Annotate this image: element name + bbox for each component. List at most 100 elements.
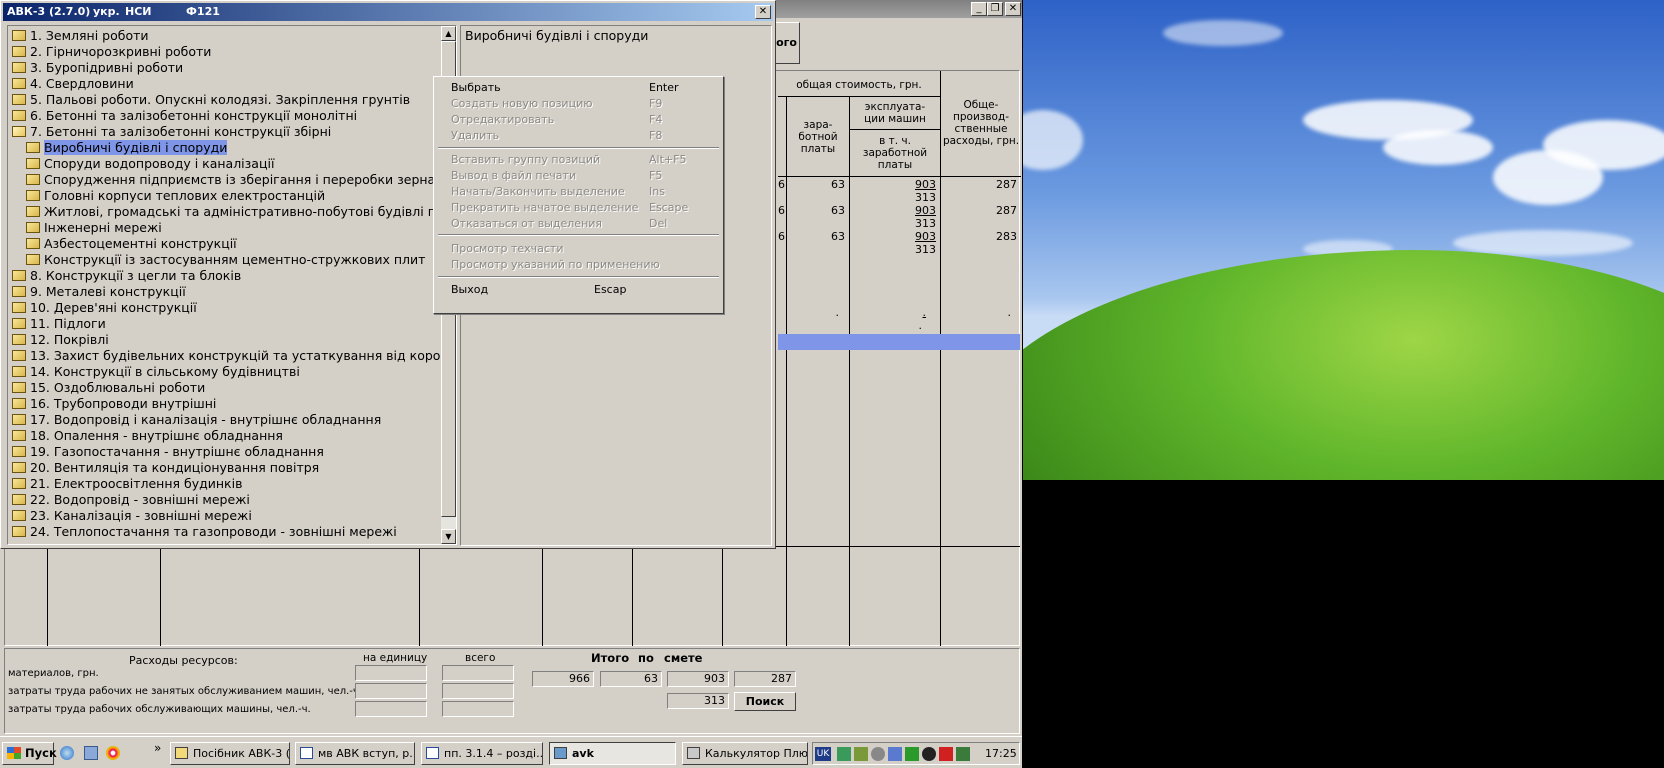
tree-item[interactable]: 13. Захист будівельних конструкцій та ус… [12,348,451,364]
antivirus-tray-icon[interactable] [905,747,919,761]
tree-item-label: 8. Конструкції з цегли та блоків [30,268,242,283]
tree-item[interactable]: 17. Водопровід і каналізація - внутрішнє… [12,412,381,428]
context-menu: Выбрать Enter Создать новую позицию F9 Отред… [433,76,724,314]
tree-item[interactable]: Інженерні мережі [26,220,162,236]
media-tray-icon[interactable] [922,747,936,761]
tree-item[interactable]: 24. Теплопостачання та газопроводи - зов… [12,524,397,540]
tree-item[interactable]: 3. Буропідривні роботи [12,60,183,76]
tree-item-label: Азбестоцементні конструкції [44,236,237,251]
dialog-title-app: АВК-3 (2.7.0) [7,5,91,18]
book-icon [12,366,26,377]
dialog-title-code: Ф121 [186,5,220,18]
book-icon [26,238,40,249]
selected-row[interactable] [778,334,1020,350]
labor-machine-total-field[interactable] [442,701,514,717]
tree-item[interactable]: 23. Каналізація - зовнішні мережі [12,508,252,524]
book-icon [12,382,26,393]
menu-item[interactable]: Создать новую позицию F9 [451,96,711,112]
header-machine-wage: в т. ч. заработной платы [862,135,928,171]
tree-item[interactable]: 19. Газопостачання - внутрішнє обладнанн… [12,444,324,460]
scroll-up-button[interactable]: ▲ [441,26,456,41]
tree-item[interactable]: Житлові, громадські та адміністративно-п… [26,204,444,220]
tree-item[interactable]: 18. Опалення - внутрішнє обладнання [12,428,283,444]
tree-item[interactable]: 16. Трубопроводи внутрішні [12,396,216,412]
tree-item[interactable]: 21. Електроосвітлення будинків [12,476,242,492]
menu-item[interactable]: Вывод в файл печати F5 [451,168,711,184]
tree-item[interactable]: 10. Дерев'яні конструкції [12,300,197,316]
tree-item[interactable]: 7. Бетонні та залізобетонні конструкції … [12,124,331,140]
tree-item-label: 23. Каналізація - зовнішні мережі [30,508,252,523]
task-folder-guide[interactable]: Посібник АВК-3 (... [170,742,290,765]
close-button[interactable]: ✕ [1005,2,1021,16]
security-tray-icon[interactable] [888,747,902,761]
menu-item[interactable]: Выход Escap [451,282,711,298]
tree-item[interactable]: 4. Свердловини [12,76,134,92]
menu-item[interactable]: Отказаться от выделения Del [451,216,711,232]
labor-not-machine-total-field[interactable] [442,683,514,699]
restore-button[interactable]: ❐ [987,2,1003,16]
flash-tray-icon[interactable] [939,747,953,761]
scroll-down-button[interactable]: ▼ [441,529,456,544]
minimize-button[interactable]: _ [971,2,987,16]
book-icon [12,462,26,473]
materials-total-field[interactable] [442,665,514,681]
book-icon [12,286,26,297]
book-icon [12,446,26,457]
start-button[interactable]: Пуск [2,742,57,765]
tree-item-label: 5. Пальові роботи. Опускні колодязі. Зак… [30,92,411,107]
task-calculator[interactable]: Калькулятор Плюс [682,742,808,765]
tree-item[interactable]: 22. Водопровід - зовнішні мережі [12,492,250,508]
tree-item[interactable]: 2. Гірничорозкривні роботи [12,44,211,60]
menu-item-shortcut: Escap [594,283,627,296]
tree-item[interactable]: 15. Оздоблювальні роботи [12,380,205,396]
menu-item[interactable]: Вставить группу позиций Alt+F5 [451,152,711,168]
network-tray-icon[interactable] [837,747,851,761]
task-word-doc-1[interactable]: мв АВК вступ, р... [295,742,415,765]
tree-item[interactable]: 20. Вентиляція та кондиціонування повітр… [12,460,319,476]
tree-item[interactable]: Спорудження підприємств із зберігання і … [26,172,435,188]
tree-item[interactable]: 6. Бетонні та залізобетонні конструкції … [12,108,357,124]
tree-item[interactable]: 8. Конструкції з цегли та блоків [12,268,241,284]
quicklaunch-chevron[interactable]: » [154,741,161,755]
desktop-quicklaunch-icon[interactable] [84,746,98,760]
tree-item-label: Спорудження підприємств із зберігання і … [44,172,436,187]
row-4-overhead: . [1007,306,1012,319]
tree-item[interactable]: 1. Земляні роботи [12,28,149,44]
tree-item[interactable]: Споруди водопроводу і каналізації [26,156,274,172]
catalog-tree[interactable]: 1. Земляні роботи 2. Гірничорозкривні роб… [7,25,457,545]
menu-item[interactable]: Удалить F8 [451,128,711,144]
sync-tray-icon[interactable] [871,747,885,761]
tree-item[interactable]: 14. Конструкції в сільському будівництві [12,364,300,380]
ie-quicklaunch-icon[interactable] [60,746,74,760]
tree-item[interactable]: 12. Покрівлі [12,332,109,348]
tree-item[interactable]: Конструкції із застосуванням цементно-ст… [26,252,425,268]
tree-item[interactable]: Азбестоцементні конструкції [26,236,237,252]
tree-item[interactable]: 9. Металеві конструкції [12,284,186,300]
menu-item[interactable]: Начать/Закончить выделение Ins [451,184,711,200]
menu-item-label: Отредактировать [451,113,555,126]
labor-machine-per-unit-field[interactable] [355,701,427,717]
language-indicator[interactable]: UK [815,747,831,761]
book-icon [12,302,26,313]
tree-item[interactable]: 5. Пальові роботи. Опускні колодязі. Зак… [12,92,410,108]
menu-item-label: Выход [451,283,489,296]
battery-tray-icon[interactable] [956,747,970,761]
sound-tray-icon[interactable] [854,747,868,761]
menu-item-label: Прекратить начатое выделение [451,201,639,214]
tree-item-label: 3. Буропідривні роботи [30,60,184,75]
menu-item[interactable]: Просмотр указаний по применению [451,257,711,273]
tree-item[interactable]: Головні корпуси теплових електростанцій [26,188,325,204]
tree-item[interactable]: 11. Підлоги [12,316,106,332]
menu-item[interactable]: Отредактировать F4 [451,112,711,128]
menu-item[interactable]: Выбрать Enter [451,80,711,96]
task-word-doc-2[interactable]: пп. 3.1.4 – розді... [421,742,543,765]
menu-item[interactable]: Просмотр техчасти [451,241,711,257]
menu-item[interactable]: Прекратить начатое выделение Escape [451,200,711,216]
task-avk[interactable]: avk [549,742,676,765]
labor-not-machine-per-unit-field[interactable] [355,683,427,699]
search-button[interactable]: Поиск [734,692,796,711]
media-quicklaunch-icon[interactable] [106,746,120,760]
materials-per-unit-field[interactable] [355,665,427,681]
tree-item-selected[interactable]: Виробничі будівлі і споруди [26,140,228,156]
dialog-close-button[interactable]: ✕ [755,5,771,19]
